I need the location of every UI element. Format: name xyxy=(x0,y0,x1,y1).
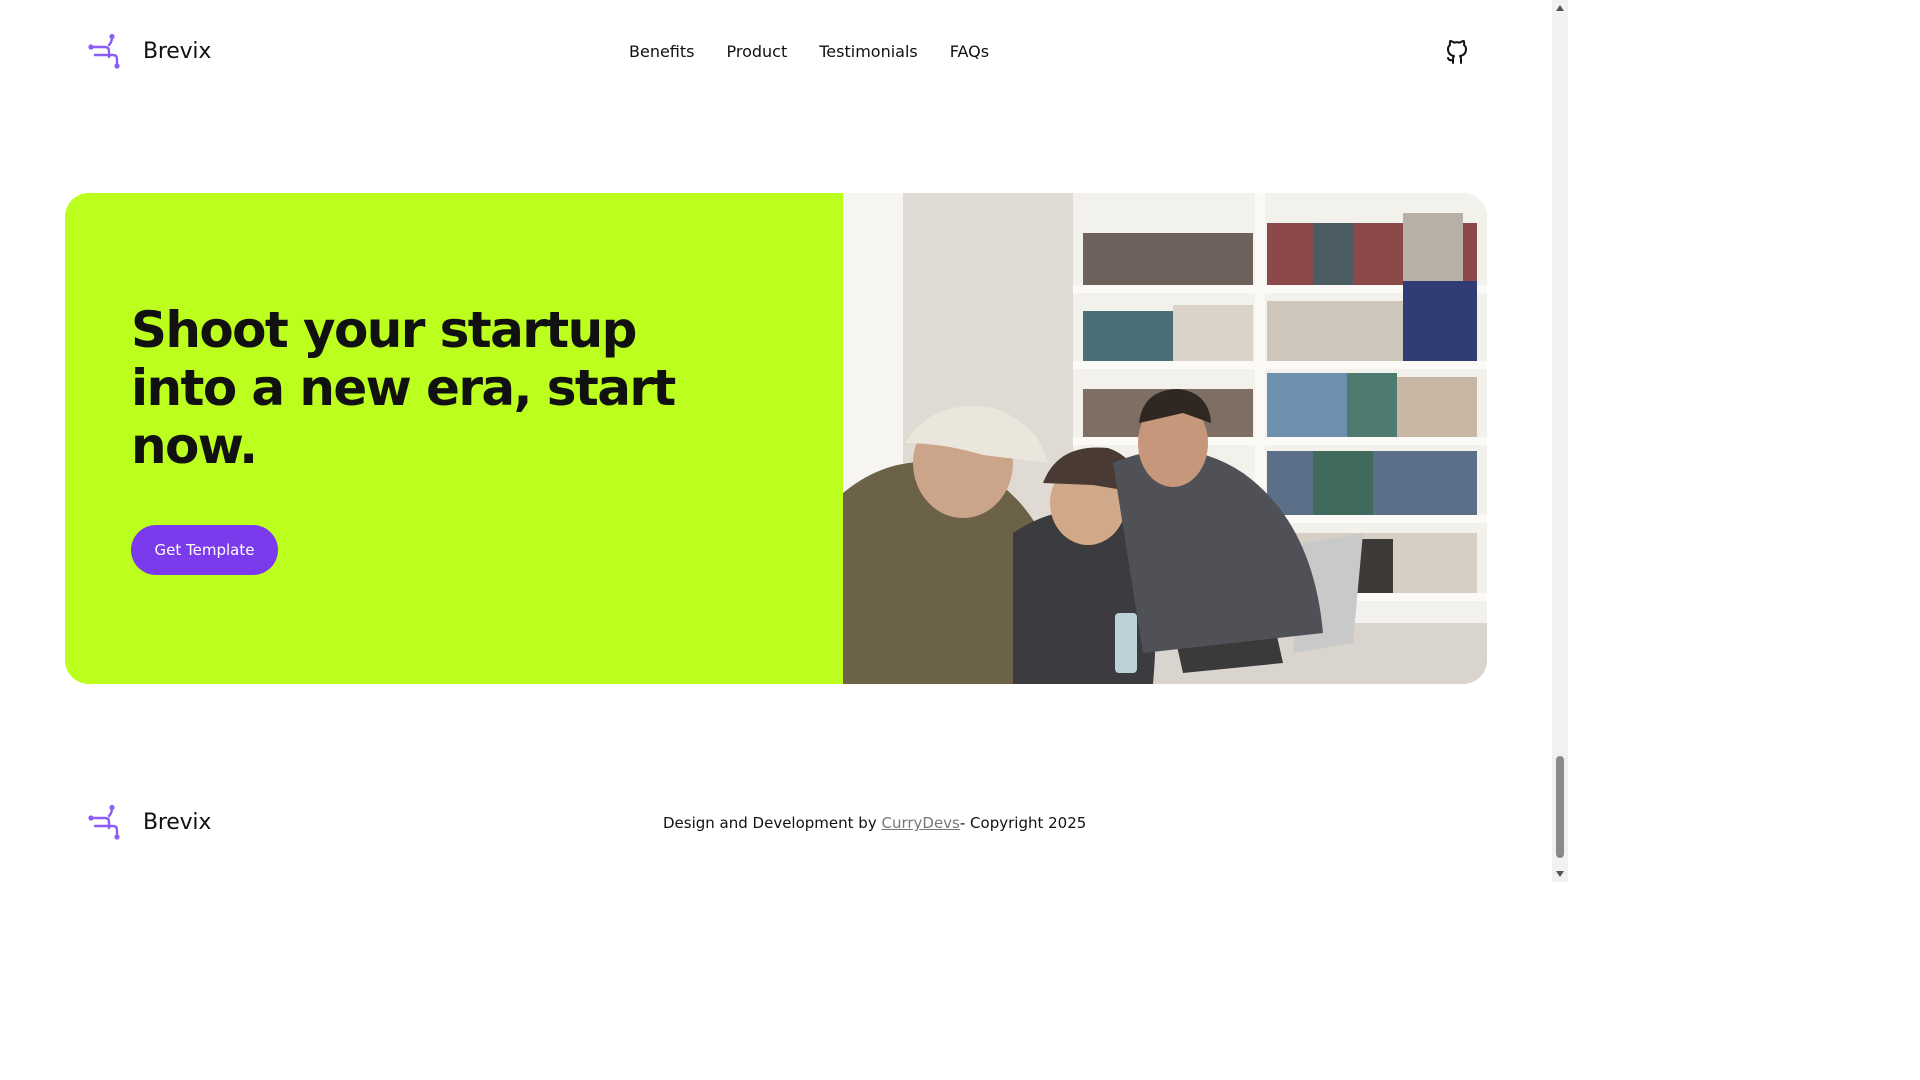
nav-item-testimonials[interactable]: Testimonials xyxy=(819,40,918,64)
brand-name: Brevix xyxy=(143,38,212,64)
currydevs-link[interactable]: CurryDevs xyxy=(881,814,959,832)
brand-home-link[interactable]: Brevix xyxy=(88,32,211,70)
site-header: Brevix Benefits Product Testimonials FAQ… xyxy=(0,0,1552,104)
scrollbar-thumb[interactable] xyxy=(1556,756,1564,858)
nav-item-product[interactable]: Product xyxy=(727,40,788,64)
page-scrollbar[interactable] xyxy=(1552,0,1568,882)
scroll-up-button[interactable] xyxy=(1552,0,1568,16)
team-photo-illustration xyxy=(843,193,1487,684)
scroll-down-button[interactable] xyxy=(1552,866,1568,882)
page: Brevix Benefits Product Testimonials FAQ… xyxy=(0,0,1552,882)
arrow-down-icon xyxy=(1556,871,1564,877)
hero-headline-line-1: Shoot your startup xyxy=(131,301,637,359)
main-nav: Benefits Product Testimonials FAQs xyxy=(629,40,989,64)
hero-headline-line-2: into a new era, start xyxy=(131,359,676,417)
nav-item-benefits[interactable]: Benefits xyxy=(629,40,695,64)
footer-brand-name: Brevix xyxy=(143,809,212,835)
get-template-button[interactable]: Get Template xyxy=(131,525,278,575)
footer-credits: Design and Development by CurryDevs- Cop… xyxy=(663,814,1086,832)
hero-headline-line-3: now. xyxy=(131,417,258,475)
brevix-logo-icon xyxy=(88,804,120,840)
github-link[interactable] xyxy=(1444,38,1470,66)
hero-photo xyxy=(843,193,1487,684)
nav-item-faqs[interactable]: FAQs xyxy=(950,40,989,64)
brevix-logo-icon xyxy=(88,33,120,69)
footer-brand-link[interactable]: Brevix xyxy=(88,804,211,840)
hero-content-panel: Shoot your startup into a new era, start… xyxy=(65,193,843,684)
hero-headline: Shoot your startup into a new era, start… xyxy=(131,301,711,475)
github-icon xyxy=(1447,40,1467,64)
credits-prefix: Design and Development by xyxy=(663,814,882,832)
credits-suffix: - Copyright 2025 xyxy=(959,814,1087,832)
hero-section: Shoot your startup into a new era, start… xyxy=(65,193,1487,684)
site-footer: Brevix Design and Development by CurryDe… xyxy=(0,790,1552,860)
arrow-up-icon xyxy=(1556,5,1564,11)
